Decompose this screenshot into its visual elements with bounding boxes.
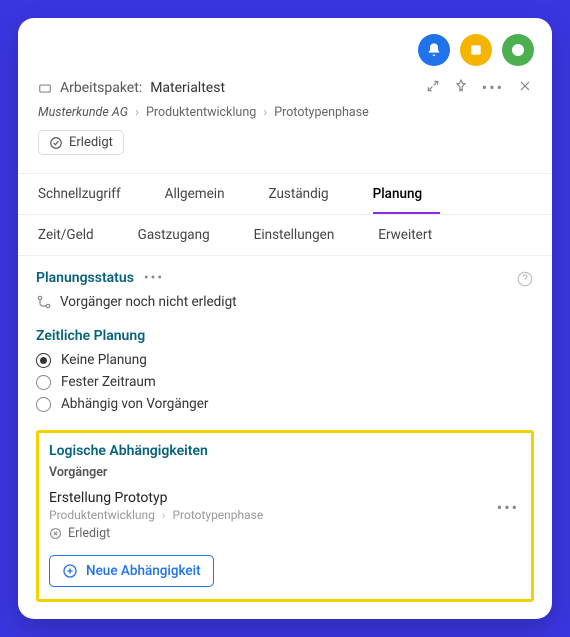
plus-circle-icon [62,563,78,579]
header: Arbeitspaket: Materialtest ••• Musterkun… [18,74,552,155]
dependency-path-1: Produktentwicklung [49,508,155,522]
status-label: Erledigt [69,135,113,150]
breadcrumb-org[interactable]: Musterkunde AG [38,105,128,120]
dependency-more-icon[interactable]: ••• [497,498,519,517]
tab-zustaendig[interactable]: Zuständig [269,174,347,214]
tab-einstellungen[interactable]: Einstellungen [254,215,353,255]
planungsstatus-more-icon[interactable]: ••• [144,270,164,286]
pin-icon[interactable] [454,78,468,97]
notifications-button[interactable] [418,34,450,66]
zeitliche-planung-heading: Zeitliche Planung [36,328,145,344]
radio-label: Fester Zeitraum [61,374,156,390]
notes-button[interactable] [460,34,492,66]
breadcrumb-item-2[interactable]: Prototypenphase [274,105,369,120]
radio-dot-icon [36,397,51,412]
breadcrumb-item-1[interactable]: Produktentwicklung [146,105,256,120]
tab-erweitert[interactable]: Erweitert [378,215,450,255]
radio-keine-planung[interactable]: Keine Planung [36,352,534,368]
radio-label: Keine Planung [61,352,147,368]
radio-fester-zeitraum[interactable]: Fester Zeitraum [36,374,534,390]
dependency-status: Erledigt [49,526,521,541]
status-chip[interactable]: Erledigt [38,130,124,155]
tab-gastzugang[interactable]: Gastzugang [138,215,228,255]
radio-group-time: Keine Planung Fester Zeitraum Abhängig v… [36,352,534,412]
check-circle-icon [49,136,63,150]
title-name: Materialtest [150,80,225,96]
radio-dot-icon [36,353,51,368]
clock-icon [510,42,526,58]
planungsstatus-row: Vorgänger noch nicht erledigt [36,294,534,310]
top-actions [18,18,552,74]
dependency-title: Erstellung Prototyp [49,490,521,506]
logische-heading: Logische Abhängigkeiten [49,443,208,459]
logische-subtitle: Vorgänger [49,465,521,480]
more-icon[interactable]: ••• [482,78,504,97]
tabs: Schnellzugriff Allgemein Zuständig Planu… [18,173,552,256]
planungsstatus-heading: Planungsstatus [36,270,134,286]
radio-label: Abhängig von Vorgänger [61,396,209,412]
note-icon [468,42,484,58]
header-actions: ••• [426,78,532,97]
help-icon[interactable] [516,270,534,292]
section-planungsstatus: Planungsstatus ••• [36,270,516,286]
add-dependency-button[interactable]: Neue Abhängigkeit [49,555,214,587]
radio-abhaengig[interactable]: Abhängig von Vorgänger [36,396,534,412]
tab-allgemein[interactable]: Allgemein [165,174,243,214]
bell-icon [426,42,442,58]
dependency-icon [36,294,52,310]
expand-icon[interactable] [426,78,440,97]
dependency-path-2: Prototypenphase [172,508,263,522]
close-icon[interactable] [518,78,532,97]
card-icon [38,81,52,95]
tab-row-2: Zeit/Geld Gastzugang Einstellungen Erwei… [18,215,552,255]
tab-row-1: Schnellzugriff Allgemein Zuständig Planu… [18,174,552,215]
dependency-path: Produktentwicklung › Prototypenphase [49,508,521,522]
tab-planung[interactable]: Planung [373,174,441,214]
title-prefix: Arbeitspaket: [60,80,142,96]
tab-schnellzugriff[interactable]: Schnellzugriff [38,174,139,214]
dependency-item[interactable]: Erstellung Prototyp Produktentwicklung ›… [49,490,521,541]
add-dependency-label: Neue Abhängigkeit [86,563,201,579]
radio-dot-icon [36,375,51,390]
tab-zeit-geld[interactable]: Zeit/Geld [38,215,112,255]
time-button[interactable] [502,34,534,66]
planungsstatus-text: Vorgänger noch nicht erledigt [60,294,237,310]
dependency-status-label: Erledigt [68,526,110,541]
section-logische-abhaengigkeiten: Logische Abhängigkeiten Vorgänger Erstel… [36,430,534,602]
x-circle-icon [49,527,62,540]
window: Arbeitspaket: Materialtest ••• Musterkun… [18,18,552,619]
section-zeitliche-planung: Zeitliche Planung Keine Planung Fester Z… [36,328,534,412]
breadcrumb: Musterkunde AG › Produktentwicklung › Pr… [38,105,532,120]
body: Planungsstatus ••• Vorgänger noch nicht … [18,256,552,619]
